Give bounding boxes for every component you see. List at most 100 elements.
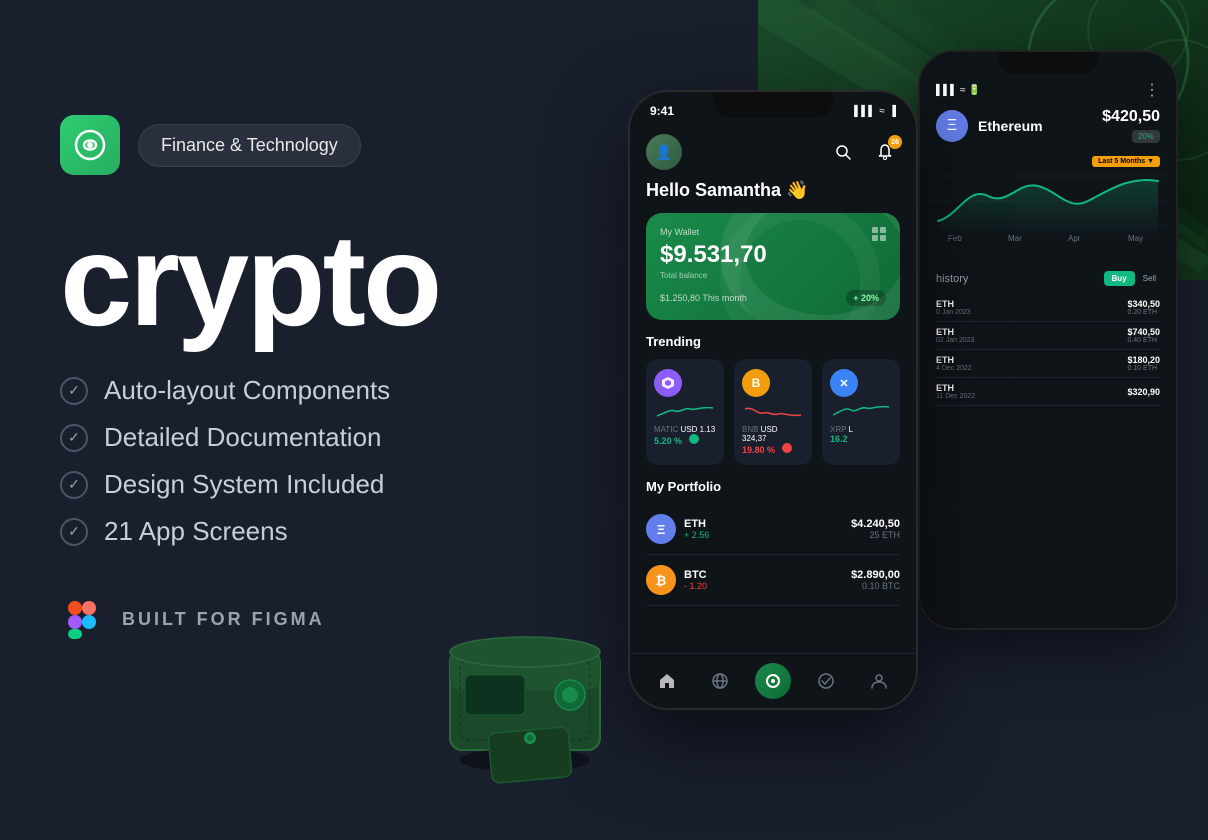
notification-button[interactable]: 26 (870, 137, 900, 167)
trending-xrp[interactable]: ✕ XRP L 16.2 (822, 359, 900, 465)
app-logo (60, 115, 120, 175)
portfolio-btc-right: $2.890,00 0.10 BTC (851, 569, 900, 591)
portfolio-title: My Portfolio (646, 479, 900, 494)
bottom-navigation (630, 653, 916, 708)
bnb-chart (742, 401, 804, 421)
sell-button[interactable]: Sell (1139, 271, 1160, 286)
btc-coin-change: - 1.20 (684, 581, 707, 591)
feature-text-1: Auto-layout Components (104, 375, 390, 406)
matic-pct: 5.20 % (654, 434, 699, 446)
last5-btn[interactable]: Last 5 Months ▼ (1092, 156, 1160, 167)
history-section: history Buy Sell ETH 0 Jan 2023 $340,50 … (920, 263, 1176, 414)
portfolio-btc-left: ₿ BTC - 1.20 (646, 565, 707, 595)
history-row-4: ETH 11 Dec 2022 $320,90 (936, 378, 1160, 406)
bnb-name: BNB USD 324,37 (742, 425, 804, 443)
history-val-3: $180,20 (1127, 355, 1160, 365)
matic-chart (654, 401, 716, 421)
search-button[interactable] (828, 137, 858, 167)
eth-chart: Feb Mar Apr May (928, 156, 1168, 246)
history-qty-3: 0.10 ETH (1127, 365, 1160, 372)
feature-text-4: 21 App Screens (104, 516, 288, 547)
trending-title: Trending (646, 334, 900, 349)
nav-globe[interactable] (702, 663, 738, 699)
logo-tag-row: Finance & Technology (60, 115, 560, 175)
phones-area: ▌▌▌ ≈ 🔋 ⋮ Ξ Ethereum $420,50 20% Last 5 … (558, 50, 1178, 830)
greeting-text: Hello Samantha 👋 (646, 180, 900, 201)
eth-value: $4.240,50 (851, 518, 900, 530)
phone-primary: 9:41 ▌▌▌ ≈ ▐ 👤 (628, 90, 918, 710)
check-icon-3 (60, 471, 88, 499)
status-signal: ▌▌▌ ≈ 🔋 (936, 85, 981, 96)
eth-title: Ethereum (978, 118, 1102, 134)
history-val-2: $740,50 (1127, 327, 1160, 337)
btc-value: $2.890,00 (851, 569, 900, 581)
feature-list: Auto-layout Components Detailed Document… (60, 375, 560, 547)
trending-bnb[interactable]: B BNB USD 324,37 19.80 % (734, 359, 812, 465)
history-date-1: 0 Jan 2023 (936, 309, 971, 316)
wallet-card[interactable]: My Wallet $9.531,70 Total balance $1.250… (646, 213, 900, 320)
btc-portfolio-icon: ₿ (646, 565, 676, 595)
nav-home[interactable] (649, 663, 685, 699)
portfolio-eth-left: Ξ ETH + 2.56 (646, 514, 709, 544)
feature-text-3: Design System Included (104, 469, 384, 500)
eth-qty: 25 ETH (851, 530, 900, 540)
wallet-subtitle: Total balance (660, 271, 886, 280)
history-header: history Buy Sell (936, 271, 1160, 286)
xrp-pct: 16.2 (830, 434, 848, 444)
portfolio-btc[interactable]: ₿ BTC - 1.20 $2.890,00 0.10 BTC (646, 555, 900, 606)
eth-pct-badge: 20% (1132, 130, 1160, 143)
nav-refresh[interactable] (755, 663, 791, 699)
user-avatar[interactable]: 👤 (646, 134, 682, 170)
eth-coin-change: + 2.56 (684, 530, 709, 540)
check-icon-2 (60, 424, 88, 452)
phone2-screen: ▌▌▌ ≈ 🔋 ⋮ Ξ Ethereum $420,50 20% Last 5 … (920, 52, 1176, 628)
xrp-icon: ✕ (830, 369, 858, 397)
phone-notch-2 (998, 52, 1098, 74)
figma-label: BUILT FOR FIGMA (122, 609, 325, 630)
feature-item-2: Detailed Documentation (60, 422, 560, 453)
history-date-3: 4 Dec 2022 (936, 365, 972, 372)
history-date-4: 11 Dec 2022 (936, 393, 975, 400)
feature-item-3: Design System Included (60, 469, 560, 500)
history-qty-1: 0.20 ETH (1127, 309, 1160, 316)
history-coin-4: ETH (936, 383, 975, 393)
trending-matic[interactable]: MATIC USD 1.13 5.20 % (646, 359, 724, 465)
check-icon-4 (60, 518, 88, 546)
wallet-footer: $1.250,80 This month + 20% (660, 290, 886, 306)
header-action-icons: 26 (828, 137, 900, 167)
app-header: 👤 26 (646, 134, 900, 170)
phone-screen: 9:41 ▌▌▌ ≈ ▐ 👤 (630, 92, 916, 708)
nav-user[interactable] (861, 663, 897, 699)
more-options-icon: ⋮ (1144, 80, 1160, 100)
battery-icon: ▐ (889, 106, 896, 117)
nav-check[interactable] (808, 663, 844, 699)
history-row-2: ETH 02 Jan 2023 $740,50 0.40 ETH (936, 322, 1160, 350)
eth-coin-icon: Ξ (936, 110, 968, 142)
history-coin-2: ETH (936, 327, 975, 337)
xrp-name: XRP L (830, 425, 853, 434)
history-val-1: $340,50 (1127, 299, 1160, 309)
wifi-icon: ≈ (879, 106, 885, 117)
feature-item-1: Auto-layout Components (60, 375, 560, 406)
notification-badge: 26 (888, 135, 902, 149)
check-icon-1 (60, 377, 88, 405)
signal-icon: ▌▌▌ (854, 106, 875, 117)
wallet-month: $1.250,80 This month (660, 293, 747, 303)
btc-coin-name: BTC (684, 569, 707, 581)
status-time: 9:41 (650, 104, 674, 118)
history-coin-3: ETH (936, 355, 972, 365)
phone-secondary: ▌▌▌ ≈ 🔋 ⋮ Ξ Ethereum $420,50 20% Last 5 … (918, 50, 1178, 630)
buy-button[interactable]: Buy (1104, 271, 1135, 286)
figma-icon (60, 597, 104, 641)
history-row-3: ETH 4 Dec 2022 $180,20 0.10 ETH (936, 350, 1160, 378)
wallet-label: My Wallet (660, 227, 886, 237)
wallet-grid-icon (872, 227, 886, 241)
matic-icon (654, 369, 682, 397)
wallet-3d-decoration (430, 590, 620, 810)
history-title: history (936, 273, 968, 285)
matic-name: MATIC USD 1.13 (654, 425, 715, 434)
portfolio-eth[interactable]: Ξ ETH + 2.56 $4.240,50 25 ETH (646, 504, 900, 555)
portfolio-eth-right: $4.240,50 25 ETH (851, 518, 900, 540)
bnb-icon: B (742, 369, 770, 397)
eth-coin-name: ETH (684, 518, 709, 530)
